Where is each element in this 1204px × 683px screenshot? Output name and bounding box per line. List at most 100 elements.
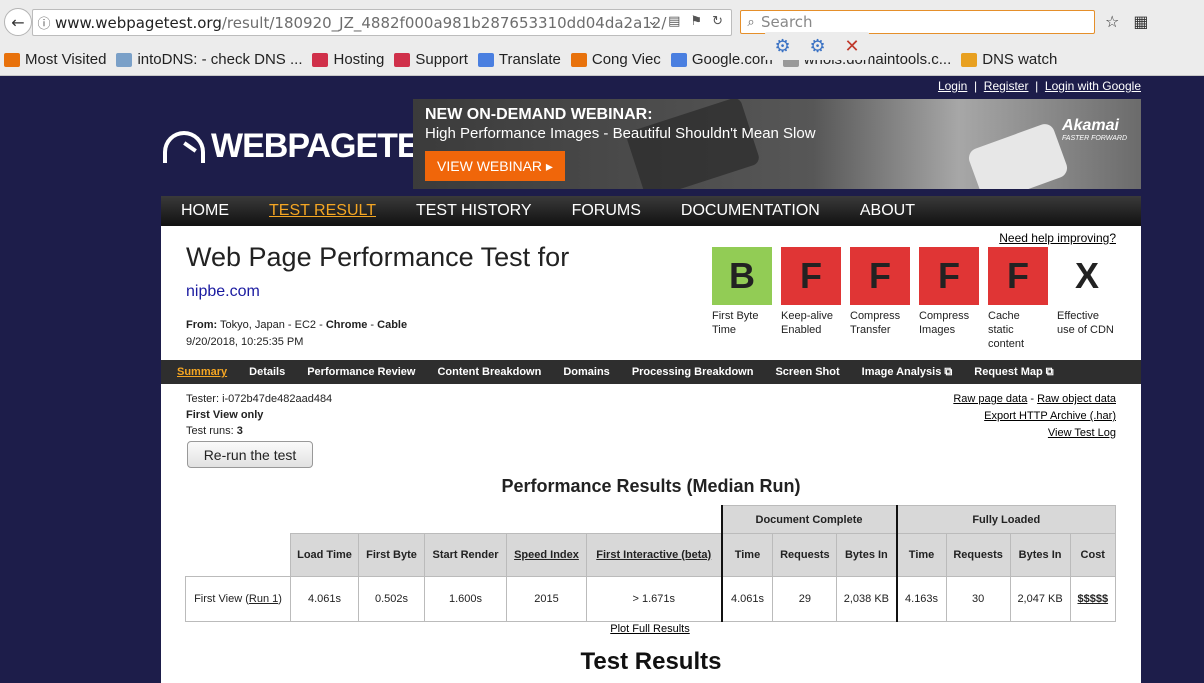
rerun-button[interactable]: Re-run the test (187, 441, 313, 468)
bookmark-item[interactable]: Hosting (312, 51, 384, 68)
plot-full-results-link[interactable]: Plot Full Results (161, 623, 1139, 635)
login-link[interactable]: Login (938, 79, 967, 93)
bookmark-star-icon[interactable]: ☆ (1105, 12, 1119, 31)
url-bar[interactable]: ⓘ www.webpagetest.org/result/180920_JZ_4… (32, 9, 732, 36)
bookmark-item[interactable]: Support (394, 51, 468, 68)
grade-item[interactable]: F Compress Images (919, 247, 979, 351)
register-link[interactable]: Register (984, 79, 1029, 93)
nav-about[interactable]: ABOUT (860, 202, 915, 220)
account-links: Login | Register | Login with Google (937, 79, 1141, 93)
bookmark-item[interactable]: Cong Viec (570, 51, 661, 68)
doc-requests-header: Requests (772, 533, 838, 577)
view-test-log-link[interactable]: View Test Log (953, 425, 1116, 442)
subnav-label: Summary (177, 366, 228, 378)
nav-documentation[interactable]: DOCUMENTATION (681, 202, 820, 220)
reader-view-icon[interactable]: ▤ (668, 14, 680, 29)
library-icon[interactable]: ▦ (1133, 12, 1148, 31)
grade-label: Effective use of CDN (1057, 310, 1114, 336)
speed-index-value: 2015 (506, 576, 587, 622)
start-render-value: 1.600s (424, 576, 507, 622)
grade-item[interactable]: F Cache static content (988, 247, 1048, 351)
info-icon[interactable]: ⓘ (33, 13, 55, 32)
cost-value[interactable]: $$$$$ (1069, 576, 1117, 622)
main-content: Need help improving? Web Page Performanc… (161, 226, 1141, 683)
bookmark-item[interactable]: DNS watch (961, 51, 1057, 68)
subnav-summary[interactable]: Summary (177, 366, 227, 378)
test-browser: Chrome (325, 319, 368, 331)
url-host: www.webpagetest.org (55, 13, 222, 32)
grade-letter: F (988, 247, 1048, 305)
bookmark-favicon-icon (477, 52, 494, 67)
grade-label: Cache static content (988, 310, 1025, 350)
subnav-content-breakdown[interactable]: Content Breakdown (437, 366, 541, 378)
subnav-details[interactable]: Details (249, 366, 285, 378)
speedometer-icon (163, 130, 205, 163)
view-webinar-button[interactable]: VIEW WEBINAR ▸ (425, 151, 565, 181)
search-icon: ⌕ (747, 14, 755, 30)
flag-icon[interactable]: ⚑ (690, 14, 702, 29)
load-time-value: 4.061s (290, 576, 359, 622)
first-interactive-header[interactable]: First Interactive (beta) (586, 533, 722, 577)
help-improving-link[interactable]: Need help improving? (999, 231, 1116, 245)
document-complete-header: Document Complete (720, 505, 897, 534)
subnav-request-map[interactable]: Request Map ⧉ (974, 366, 1053, 379)
grade-item[interactable]: F Keep-alive Enabled (781, 247, 841, 351)
nav-forums[interactable]: FORUMS (572, 202, 641, 220)
subnav-domains[interactable]: Domains (563, 366, 609, 378)
reload-icon[interactable]: ↻ (712, 14, 723, 29)
raw-object-data-link[interactable]: Raw object data (1037, 393, 1116, 405)
gear-icon-2[interactable]: ⚙ (809, 36, 825, 57)
view-mode: First View only (186, 409, 264, 421)
subnav-label: Processing Breakdown (631, 366, 754, 378)
subnav-image-analysis[interactable]: Image Analysis ⧉ (862, 366, 953, 379)
grade-label: Compress Images (919, 310, 970, 336)
login-google-link[interactable]: Login with Google (1045, 79, 1141, 93)
test-runs: Test runs: 3 (186, 423, 332, 439)
view-webinar-label: VIEW WEBINAR (437, 158, 543, 174)
bookmarks-bar: Most Visited intoDNS: - check DNS ... Host… (0, 44, 1204, 76)
subnav-performance-review[interactable]: Performance Review (307, 366, 415, 378)
from-location: Tokyo, Japan - EC2 - (220, 319, 323, 331)
doc-time-value: 4.061s (720, 576, 774, 622)
test-info: Tester: i-072b47de482aad484 First View o… (186, 391, 332, 439)
nav-test-history[interactable]: TEST HISTORY (416, 202, 532, 220)
full-time-header: Time (895, 533, 947, 577)
bookmark-item[interactable]: intoDNS: - check DNS ... (116, 51, 302, 68)
search-input[interactable]: ⌕ Search (740, 10, 1095, 34)
bookmark-favicon-icon (670, 52, 687, 67)
test-connection: Cable (377, 319, 408, 331)
grade-item[interactable]: F Compress Transfer (850, 247, 910, 351)
nav-test-result[interactable]: TEST RESULT (269, 202, 376, 220)
grade-item[interactable]: B First Byte Time (712, 247, 772, 351)
gear-icon[interactable]: ⚙ (774, 36, 790, 57)
export-har-link[interactable]: Export HTTP Archive (.har) (953, 408, 1116, 425)
grade-label: Compress Transfer (850, 310, 901, 336)
bookmark-item[interactable]: Google.com (670, 51, 773, 68)
grade-label: First Byte Time (712, 310, 759, 336)
subnav-label: Details (249, 366, 286, 378)
doc-requests-value: 29 (772, 576, 838, 622)
webinar-banner[interactable]: NEW ON-DEMAND WEBINAR: High Performance … (413, 99, 1141, 189)
back-button[interactable]: ← (4, 8, 32, 36)
main-nav: HOME TEST RESULT TEST HISTORY FORUMS DOC… (161, 196, 1141, 226)
load-time-header: Load Time (290, 533, 359, 577)
external-link-icon: ⧉ (1042, 365, 1054, 378)
subnav-screen-shot[interactable]: Screen Shot (775, 366, 839, 378)
tools-icon[interactable]: ✕ (844, 36, 859, 57)
nav-home[interactable]: HOME (181, 202, 229, 220)
dropdown-icon[interactable]: ⌄ (647, 14, 658, 29)
results-subnav: Summary Details Performance Review Content … (161, 360, 1141, 384)
speed-index-header[interactable]: Speed Index (506, 533, 587, 577)
raw-page-data-link[interactable]: Raw page data (953, 393, 1027, 405)
full-bytes-in-value: 2,047 KB (1009, 576, 1071, 622)
run-1-link[interactable]: Run 1 (249, 593, 278, 605)
doc-bytes-in-value: 2,038 KB (836, 576, 897, 622)
bookmark-item[interactable]: Translate (477, 51, 561, 68)
banner-phone-image-2 (966, 121, 1070, 189)
tested-site-link[interactable]: nipbe.com (186, 283, 260, 301)
subnav-processing-breakdown[interactable]: Processing Breakdown (632, 366, 754, 378)
bookmark-item[interactable]: Most Visited (4, 51, 106, 68)
grade-item[interactable]: X Effective use of CDN (1057, 247, 1117, 351)
doc-time-header: Time (720, 533, 774, 577)
webpage: Login | Register | Login with Google WEB… (0, 77, 1204, 683)
